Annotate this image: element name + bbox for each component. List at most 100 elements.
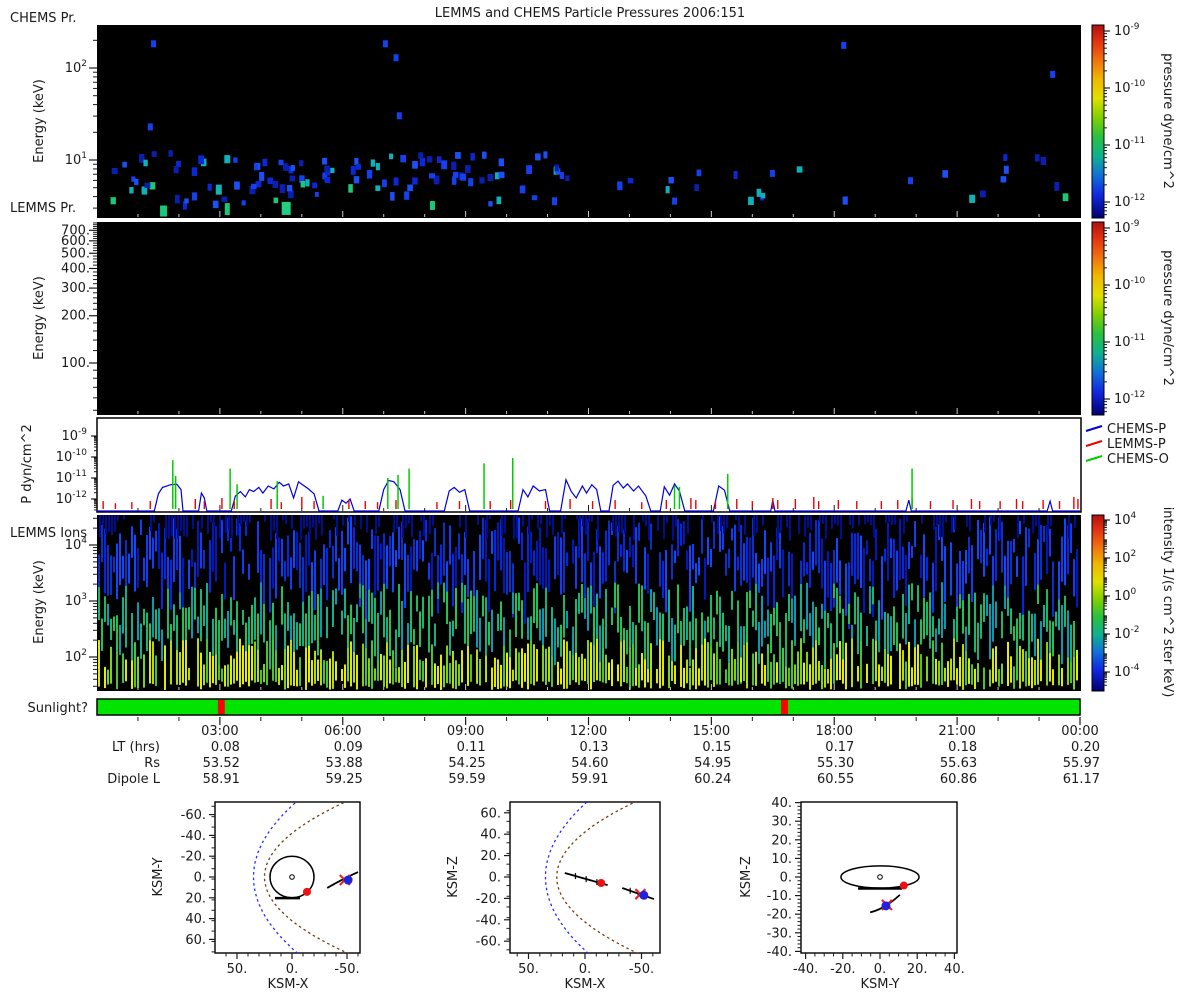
- intensity-colorbar: [1091, 514, 1105, 692]
- y-tick-label: -40.: [181, 829, 206, 844]
- cell: [1010, 540, 1012, 585]
- cell: [257, 521, 259, 573]
- shadow-event: [217, 700, 225, 714]
- cell: [479, 177, 485, 184]
- cell: [557, 532, 559, 575]
- cell: [743, 543, 745, 581]
- cell: [365, 560, 367, 627]
- cell: [203, 664, 205, 686]
- cell: [965, 651, 967, 686]
- cell: [968, 593, 970, 635]
- y-tick-label: 40.: [185, 912, 206, 927]
- cell: [1070, 523, 1072, 554]
- cell: [617, 181, 623, 191]
- cell: [539, 527, 541, 585]
- cell: [482, 517, 484, 560]
- cell: [203, 549, 205, 569]
- cell: [809, 532, 811, 588]
- cell: [308, 595, 310, 653]
- cell: [695, 563, 697, 584]
- cell: [398, 526, 400, 560]
- cell: [248, 645, 250, 687]
- cell: [173, 166, 179, 174]
- cell: [812, 551, 814, 570]
- cell: [273, 197, 279, 204]
- cell: [464, 531, 466, 575]
- cell: [554, 536, 556, 580]
- spacecraft-track: [326, 871, 359, 889]
- cell: [443, 665, 445, 688]
- pressure-colorbar-label-2: pressure dyne/cm^2: [1160, 250, 1175, 386]
- cell: [992, 585, 994, 642]
- cell: [582, 515, 584, 527]
- cell: [689, 545, 691, 612]
- cell: [542, 645, 544, 682]
- lemms-pr-panel-label: LEMMS Pr.: [10, 201, 76, 216]
- cell: [560, 537, 562, 595]
- cell: [251, 183, 257, 190]
- cell: [262, 158, 268, 167]
- cell: [956, 606, 958, 643]
- cell: [1028, 528, 1030, 548]
- cell: [1034, 154, 1040, 162]
- cell: [551, 607, 553, 659]
- cell: [236, 601, 238, 658]
- cell: [566, 641, 568, 689]
- cell: [864, 515, 866, 525]
- cell: [110, 555, 112, 595]
- cell: [500, 601, 502, 631]
- cell: [1040, 621, 1042, 661]
- cell: [212, 522, 214, 572]
- cell: [158, 608, 160, 642]
- cell: [137, 602, 139, 641]
- cell: [734, 659, 736, 681]
- cell: [1019, 521, 1021, 535]
- cell: [748, 196, 754, 206]
- cell: [737, 556, 739, 571]
- pressure-colorbar-label-1: pressure dyne/cm^2: [1160, 53, 1175, 189]
- cell: [402, 515, 404, 538]
- cell: [977, 622, 979, 660]
- cell: [458, 533, 460, 560]
- cell: [849, 515, 851, 525]
- cell: [695, 648, 697, 690]
- cell: [509, 551, 511, 592]
- colorbar-tick-label: 10-12: [1114, 193, 1145, 210]
- orbit-yz-xlabel: KSM-Y: [860, 977, 899, 992]
- x-tick-label: 40.: [944, 962, 965, 977]
- cell: [756, 515, 758, 534]
- shadow-event: [781, 700, 788, 714]
- cell: [516, 515, 518, 539]
- cell: [788, 551, 790, 587]
- cell: [585, 515, 587, 535]
- cell: [494, 529, 496, 592]
- cell: [794, 595, 796, 646]
- cell: [629, 536, 631, 558]
- cell: [597, 515, 599, 541]
- cell: [993, 515, 995, 522]
- cell: [977, 663, 979, 683]
- cell: [137, 656, 139, 688]
- cell: [578, 592, 580, 614]
- cell: [111, 515, 113, 536]
- cell: [230, 655, 232, 685]
- cell: [902, 594, 904, 639]
- cell: [308, 645, 310, 683]
- cell: [272, 639, 274, 681]
- cell: [201, 515, 203, 529]
- rs-value: 55.63: [940, 756, 977, 771]
- cell: [551, 656, 553, 687]
- cell: [836, 587, 838, 648]
- cell: [386, 545, 388, 589]
- cell: [591, 515, 593, 522]
- feature-cell: [769, 169, 775, 177]
- cell: [314, 191, 319, 197]
- cell: [335, 661, 337, 681]
- cell: [998, 669, 1000, 687]
- dipole-value: 60.86: [940, 772, 977, 787]
- cell: [170, 640, 172, 685]
- cell: [279, 184, 286, 194]
- cell: [122, 653, 124, 683]
- cell: [953, 638, 955, 681]
- cell: [477, 515, 479, 525]
